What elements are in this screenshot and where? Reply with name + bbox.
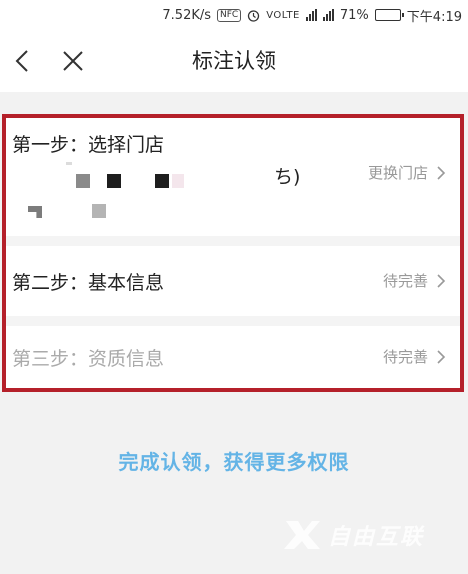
nfc-icon: NFC — [217, 8, 242, 22]
chevron-right-icon — [437, 165, 446, 180]
redacted-block — [76, 174, 90, 188]
signal-icon — [305, 9, 317, 21]
redacted-block — [92, 204, 106, 218]
redacted-block — [28, 206, 42, 218]
step-1-title: 第一步：选择门店 — [12, 134, 165, 156]
step-2-status-label: 待完善 — [382, 272, 428, 290]
nav-bar: 标注认领 — [0, 30, 468, 92]
redacted-block — [155, 174, 169, 188]
change-store-button[interactable]: 更换门店 — [368, 162, 446, 183]
change-store-label: 更换门店 — [367, 164, 428, 182]
watermark-text: 自由互联 — [328, 525, 425, 550]
redacted-block — [107, 174, 121, 188]
net-speed: 7.52K/s — [162, 7, 212, 23]
step-select-store[interactable]: 第一步：选择门店 ち) 更换门店 — [6, 118, 460, 236]
step-3-status: 待完善 — [383, 346, 446, 367]
step-2-status: 待完善 — [383, 270, 446, 291]
alarm-icon — [248, 9, 260, 22]
store-name-partial: ち) — [274, 166, 301, 188]
step-basic-info[interactable]: 第二步：基本信息 待完善 — [6, 246, 460, 316]
watermark-logo-icon — [284, 521, 320, 549]
watermark: 自由互联 — [282, 513, 462, 557]
battery-percent: 71% — [339, 7, 369, 23]
step-3-title: 第三步：资质信息 — [12, 348, 165, 370]
step-3-status-label: 待完善 — [382, 348, 428, 366]
chevron-right-icon — [437, 273, 446, 288]
chevron-right-icon — [437, 349, 446, 364]
redacted-pixel — [66, 162, 72, 165]
signal-icon-2 — [322, 9, 334, 21]
volte-label: VOLTE — [266, 9, 300, 21]
redacted-block — [172, 174, 184, 188]
status-bar: 7.52K/s NFC VOLTE 71% 下午4:19 — [0, 0, 468, 30]
page-title: 标注认领 — [192, 49, 276, 73]
battery-icon — [374, 9, 404, 21]
steps-highlight-box: 第一步：选择门店 ち) 更换门店 第二步：基本信息 待完善 第三步：资质信息 待… — [2, 114, 464, 392]
step-qualification-info[interactable]: 第三步：资质信息 待完善 — [6, 326, 460, 388]
clock: 下午4:19 — [406, 9, 462, 25]
complete-claim-button[interactable]: 完成认领，获得更多权限 — [0, 446, 468, 475]
step-2-title: 第二步：基本信息 — [12, 272, 165, 294]
